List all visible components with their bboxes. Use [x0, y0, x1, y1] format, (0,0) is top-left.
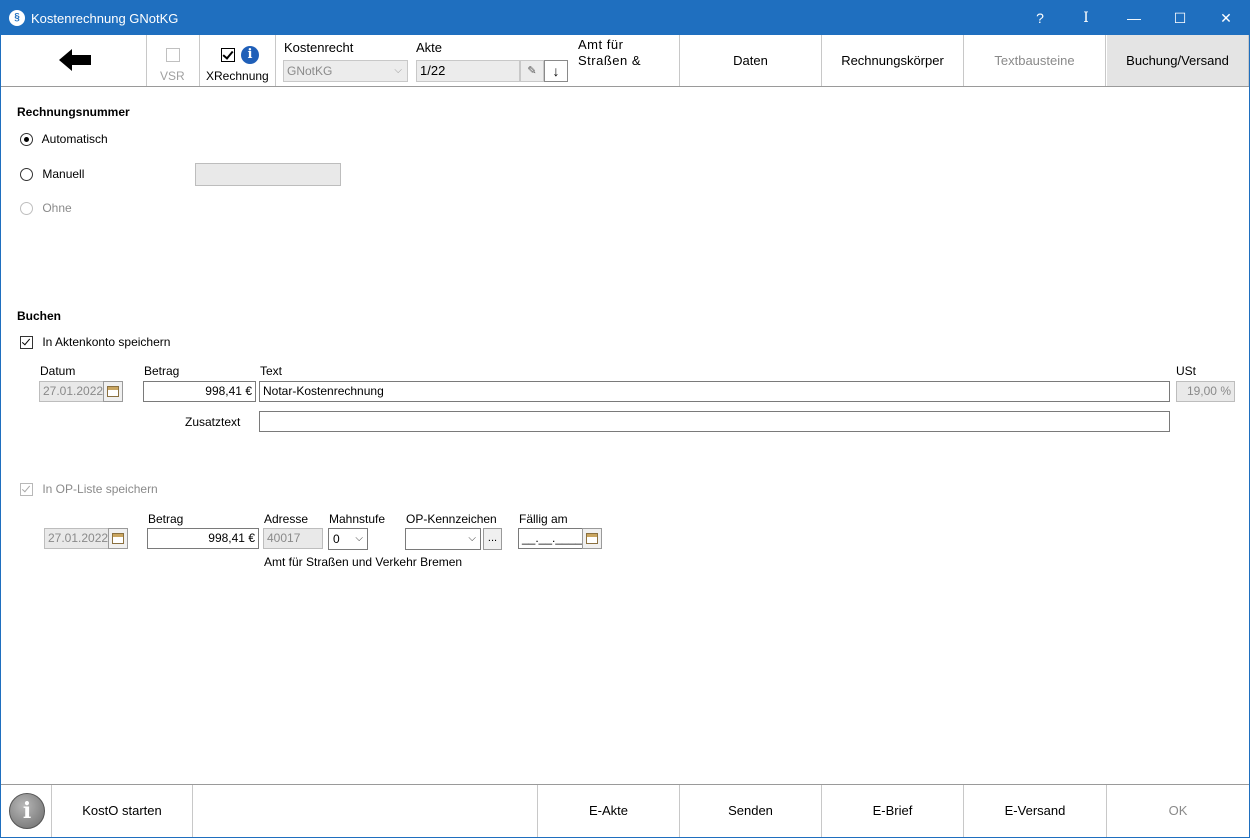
op-kennzeichen-browse-button[interactable]: ... — [483, 528, 502, 550]
betrag-input[interactable]: 998,41 € — [143, 381, 256, 402]
op-liste-label: In OP-Liste speichern — [42, 482, 158, 496]
tab-buchung-versand[interactable]: Buchung/Versand — [1107, 35, 1249, 86]
vsr-toggle[interactable]: VSR — [147, 35, 200, 86]
ok-button[interactable]: OK — [1107, 785, 1249, 837]
tab-rechnungskoerper[interactable]: Rechnungskörper — [822, 35, 964, 86]
maximize-button[interactable]: ☐ — [1157, 1, 1203, 35]
op-kennzeichen-select[interactable]: ⌵ — [405, 528, 481, 550]
faellig-calendar-button[interactable] — [582, 528, 602, 549]
download-arrow-icon[interactable]: ↓ — [544, 60, 568, 82]
faellig-label: Fällig am — [519, 512, 568, 526]
radio-ohne[interactable]: Ohne — [20, 201, 72, 216]
chevron-down-icon: ⌵ — [468, 533, 476, 544]
text-label: Text — [260, 364, 283, 378]
calendar-icon — [112, 533, 124, 544]
aktenkonto-checkbox[interactable] — [20, 336, 33, 350]
e-versand-button[interactable]: E-Versand — [964, 785, 1107, 837]
op-liste-checkbox[interactable] — [20, 483, 33, 497]
text-input[interactable]: Notar-Kostenrechnung — [259, 381, 1170, 402]
buchen-heading: Buchen — [17, 309, 62, 323]
radio-automatisch-button[interactable] — [20, 133, 33, 147]
kostenrecht-select[interactable]: GNotKG ⌵ — [283, 60, 408, 82]
kostenrecht-label: Kostenrecht — [284, 40, 354, 55]
op-betrag-label: Betrag — [148, 512, 184, 526]
betrag-label: Betrag — [144, 364, 180, 378]
zusatztext-label: Zusatztext — [185, 415, 241, 429]
aktenkonto-label: In Aktenkonto speichern — [42, 335, 171, 349]
datum-calendar-button[interactable] — [103, 381, 123, 402]
datum-input[interactable]: 27.01.2022 — [39, 381, 104, 402]
info-circle-icon: i — [9, 793, 45, 829]
akte-label: Akte — [416, 40, 443, 55]
radio-ohne-button[interactable] — [20, 202, 33, 216]
senden-button[interactable]: Senden — [680, 785, 822, 837]
radio-automatisch-label: Automatisch — [41, 132, 108, 146]
calendar-icon — [586, 533, 598, 544]
rechnungsnummer-heading: Rechnungsnummer — [17, 105, 130, 119]
ust-label: USt — [1176, 364, 1197, 378]
radio-manuell-button[interactable] — [20, 168, 33, 182]
zusatztext-input[interactable] — [259, 411, 1170, 432]
ust-input[interactable]: 19,00 % — [1176, 381, 1235, 402]
xrechnung-checkbox[interactable] — [221, 48, 235, 62]
chevron-down-icon: ⌵ — [394, 65, 402, 76]
kostenrecht-group: Kostenrecht GNotKG ⌵ — [276, 35, 412, 86]
akte-name-text: Amt für Straßen & — [578, 37, 642, 68]
rechnungsnummer-input[interactable] — [195, 163, 341, 186]
buchung-versand-panel: Rechnungsnummer Automatisch Manuell Ohne… — [1, 87, 1249, 784]
datum-label: Datum — [40, 364, 76, 378]
pin-icon[interactable]: ✎ — [520, 60, 544, 82]
kostenrechnung-window: § Kostenrechnung GNotKG ? I — ☐ ✕ VSR i … — [0, 0, 1250, 838]
tab-daten[interactable]: Daten — [680, 35, 822, 86]
window-title: Kostenrechnung GNotKG — [31, 11, 179, 26]
adresse-label: Adresse — [264, 512, 309, 526]
op-liste-option[interactable]: In OP-Liste speichern — [20, 482, 158, 497]
radio-manuell[interactable]: Manuell — [20, 167, 85, 182]
close-button[interactable]: ✕ — [1203, 1, 1249, 35]
vsr-checkbox[interactable] — [166, 48, 180, 62]
adresse-input[interactable]: 40017 — [263, 528, 323, 549]
chevron-down-icon: ⌵ — [355, 533, 363, 544]
radio-ohne-label: Ohne — [42, 201, 72, 215]
back-arrow-icon — [59, 49, 91, 71]
mahnstufe-select[interactable]: 0 ⌵ — [328, 528, 368, 550]
op-betrag-input[interactable]: 998,41 € — [147, 528, 259, 549]
back-button[interactable] — [1, 35, 147, 86]
toolbar: VSR i XRechnung Kostenrecht GNotKG ⌵ Akt… — [1, 35, 1249, 87]
vsr-label: VSR — [160, 69, 185, 83]
title-bar: § Kostenrechnung GNotKG ? I — ☐ ✕ — [1, 1, 1249, 35]
op-datum-calendar-button[interactable] — [108, 528, 128, 549]
mahnstufe-label: Mahnstufe — [329, 512, 386, 526]
mahnstufe-value: 0 — [333, 532, 340, 546]
minimize-button[interactable]: — — [1111, 1, 1157, 35]
faellig-input[interactable]: __.__.____ — [518, 528, 583, 549]
akte-input[interactable]: 1/22 — [416, 60, 520, 82]
pin-window-button[interactable]: I — [1063, 1, 1109, 35]
radio-manuell-label: Manuell — [42, 167, 85, 181]
xrechnung-label: XRechnung — [206, 69, 269, 83]
aktenkonto-option[interactable]: In Aktenkonto speichern — [20, 335, 171, 350]
op-datum-input[interactable]: 27.01.2022 — [44, 528, 109, 549]
kostenrecht-value: GNotKG — [287, 64, 333, 78]
adresse-name: Amt für Straßen und Verkehr Bremen — [264, 555, 463, 569]
e-brief-button[interactable]: E-Brief — [822, 785, 964, 837]
e-akte-button[interactable]: E-Akte — [538, 785, 680, 837]
calendar-icon — [107, 386, 119, 397]
info-icon[interactable]: i — [241, 46, 259, 64]
xrechnung-toggle[interactable]: i XRechnung — [200, 35, 276, 86]
akte-group: Akte 1/22 ✎ ↓ — [412, 35, 572, 86]
bottom-bar: i KostO starten E-Akte Senden E-Brief E-… — [1, 784, 1249, 837]
kosto-starten-button[interactable]: KostO starten — [51, 785, 193, 837]
app-icon: § — [9, 10, 25, 26]
radio-automatisch[interactable]: Automatisch — [20, 132, 108, 147]
info-button[interactable]: i — [1, 785, 51, 837]
help-button[interactable]: ? — [1017, 1, 1063, 35]
op-kennzeichen-label: OP-Kennzeichen — [406, 512, 497, 526]
tab-textbausteine[interactable]: Textbausteine — [964, 35, 1106, 86]
bottom-spacer — [193, 785, 538, 837]
akte-name-display: Amt für Straßen & — [572, 35, 680, 86]
